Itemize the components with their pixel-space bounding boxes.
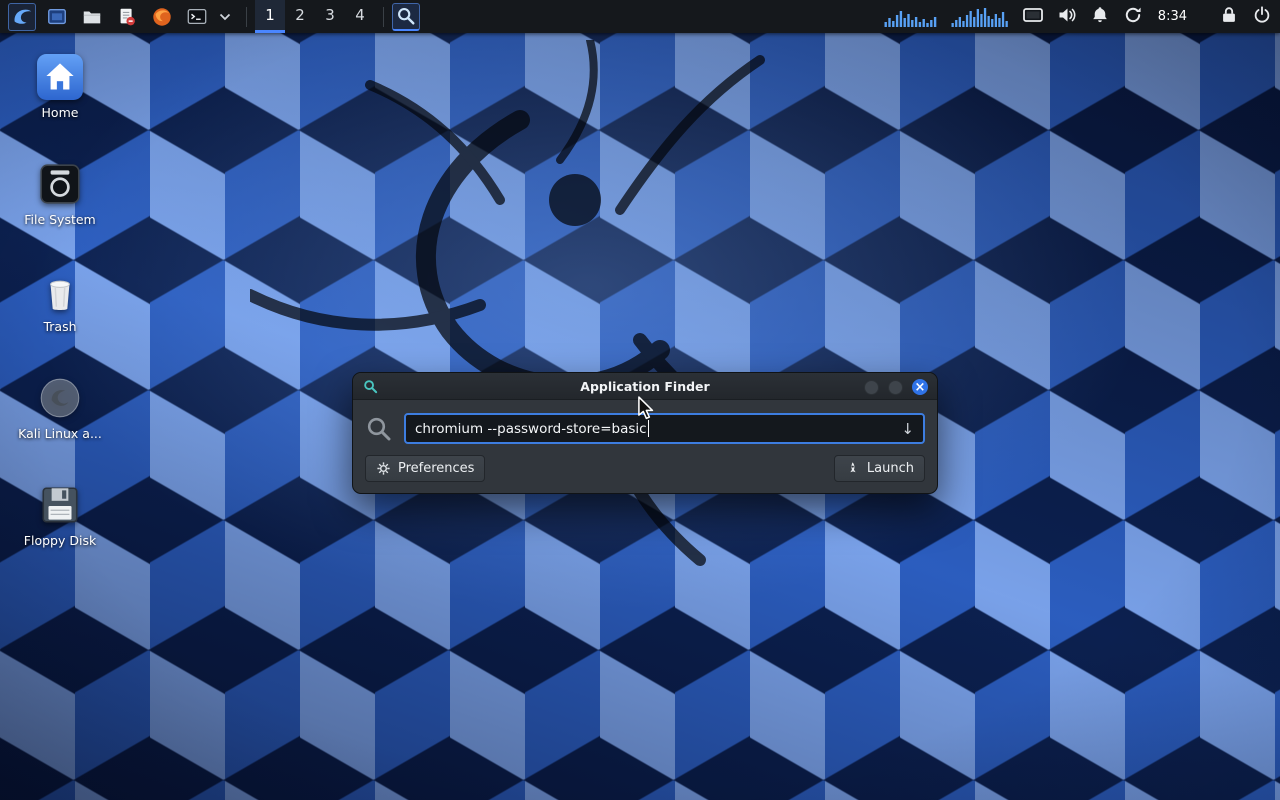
gear-icon (376, 461, 391, 476)
launcher-desktop[interactable] (43, 3, 71, 31)
clock[interactable]: 8:34 (1156, 9, 1189, 24)
launcher-firefox[interactable] (148, 3, 176, 31)
panel-right: 8:34 (884, 0, 1272, 33)
updates-indicator[interactable] (1123, 5, 1143, 29)
preferences-label: Preferences (398, 461, 474, 476)
updates-icon (1123, 5, 1143, 25)
maximize-button[interactable] (888, 380, 903, 395)
kali-generic-icon (37, 375, 83, 421)
desktop-icon-kali-docs[interactable]: Kali Linux a... (12, 375, 108, 441)
button-row: Preferences Launch (363, 453, 927, 482)
audio-spectrum-icon (951, 6, 1009, 28)
desktop-icon-label: Floppy Disk (12, 533, 108, 548)
kali-dragon-silhouette (250, 40, 930, 600)
app-finder-icon (363, 379, 378, 394)
logout-icon (1252, 5, 1272, 25)
workspace-button-3[interactable]: 3 (315, 0, 345, 33)
firefox-icon (151, 6, 173, 28)
application-finder-window: Application Finder × chromium --password… (352, 372, 938, 494)
app-finder-task-button[interactable] (392, 3, 420, 31)
folder-icon (81, 6, 103, 28)
screen-lock-icon (1219, 5, 1239, 25)
close-button[interactable]: × (912, 379, 928, 395)
terminal-dropdown-button[interactable] (218, 3, 232, 31)
screen: 1 2 3 4 (0, 0, 1280, 800)
launch-button[interactable]: Launch (834, 455, 925, 482)
home-icon (37, 54, 83, 100)
notifications-bell-icon (1090, 5, 1110, 25)
window-icon (46, 6, 68, 28)
workspace-label: 4 (355, 6, 365, 24)
kali-menu-button[interactable] (8, 3, 36, 31)
workspace-label: 2 (295, 6, 305, 24)
desktop-icon-file-system[interactable]: File System (12, 161, 108, 227)
panel-separator (246, 7, 247, 27)
down-arrow-icon[interactable]: ↓ (901, 420, 914, 438)
desktop-icon-label: Trash (12, 319, 108, 334)
mouse-cursor (635, 396, 657, 420)
volume-indicator[interactable] (1057, 5, 1077, 29)
window-title: Application Finder (353, 379, 937, 394)
file-system-icon (37, 161, 83, 207)
terminal-icon (186, 6, 208, 28)
screen-lock-indicator[interactable] (1219, 5, 1239, 29)
text-caret (648, 420, 649, 437)
workspace-label: 1 (265, 6, 275, 24)
titlebar-buttons: × (864, 379, 928, 395)
desktop-icon-floppy-disk[interactable]: Floppy Disk (12, 482, 108, 548)
search-icon (396, 6, 416, 26)
desktop-icon-label: Kali Linux a... (12, 426, 108, 441)
chevron-down-icon (219, 13, 231, 21)
desktop-icon-home[interactable]: Home (12, 54, 108, 120)
launcher-terminal[interactable] (183, 3, 211, 31)
kali-menu-icon (11, 6, 33, 28)
minimize-button[interactable] (864, 380, 879, 395)
top-panel: 1 2 3 4 (0, 0, 1280, 33)
command-text: chromium --password-store=basic (415, 421, 647, 437)
workspace-button-1[interactable]: 1 (255, 0, 285, 33)
launcher-file-manager[interactable] (78, 3, 106, 31)
search-icon (365, 415, 392, 442)
command-input[interactable]: chromium --password-store=basic ↓ (404, 413, 925, 444)
close-icon: × (915, 381, 926, 394)
trash-icon (37, 268, 83, 314)
preferences-button[interactable]: Preferences (365, 455, 485, 482)
panel-separator (383, 7, 384, 27)
desktop-icon-trash[interactable]: Trash (12, 268, 108, 334)
launch-label: Launch (867, 461, 914, 476)
document-icon (116, 6, 138, 28)
workspace-button-4[interactable]: 4 (345, 0, 375, 33)
desktop-icon-label: Home (12, 105, 108, 120)
launch-icon (845, 461, 860, 476)
desktop-icon-label: File System (12, 212, 108, 227)
workspace-label: 3 (325, 6, 335, 24)
notifications-indicator[interactable] (1090, 5, 1110, 29)
workspace-button-2[interactable]: 2 (285, 0, 315, 33)
display-icon (1022, 5, 1044, 25)
panel-left: 1 2 3 4 (8, 0, 427, 33)
display-indicator[interactable] (1022, 5, 1044, 29)
floppy-disk-icon (37, 482, 83, 528)
audio-spectrum-icon (884, 6, 938, 28)
logout-indicator[interactable] (1252, 5, 1272, 29)
volume-icon (1057, 5, 1077, 25)
launcher-text-editor[interactable] (113, 3, 141, 31)
